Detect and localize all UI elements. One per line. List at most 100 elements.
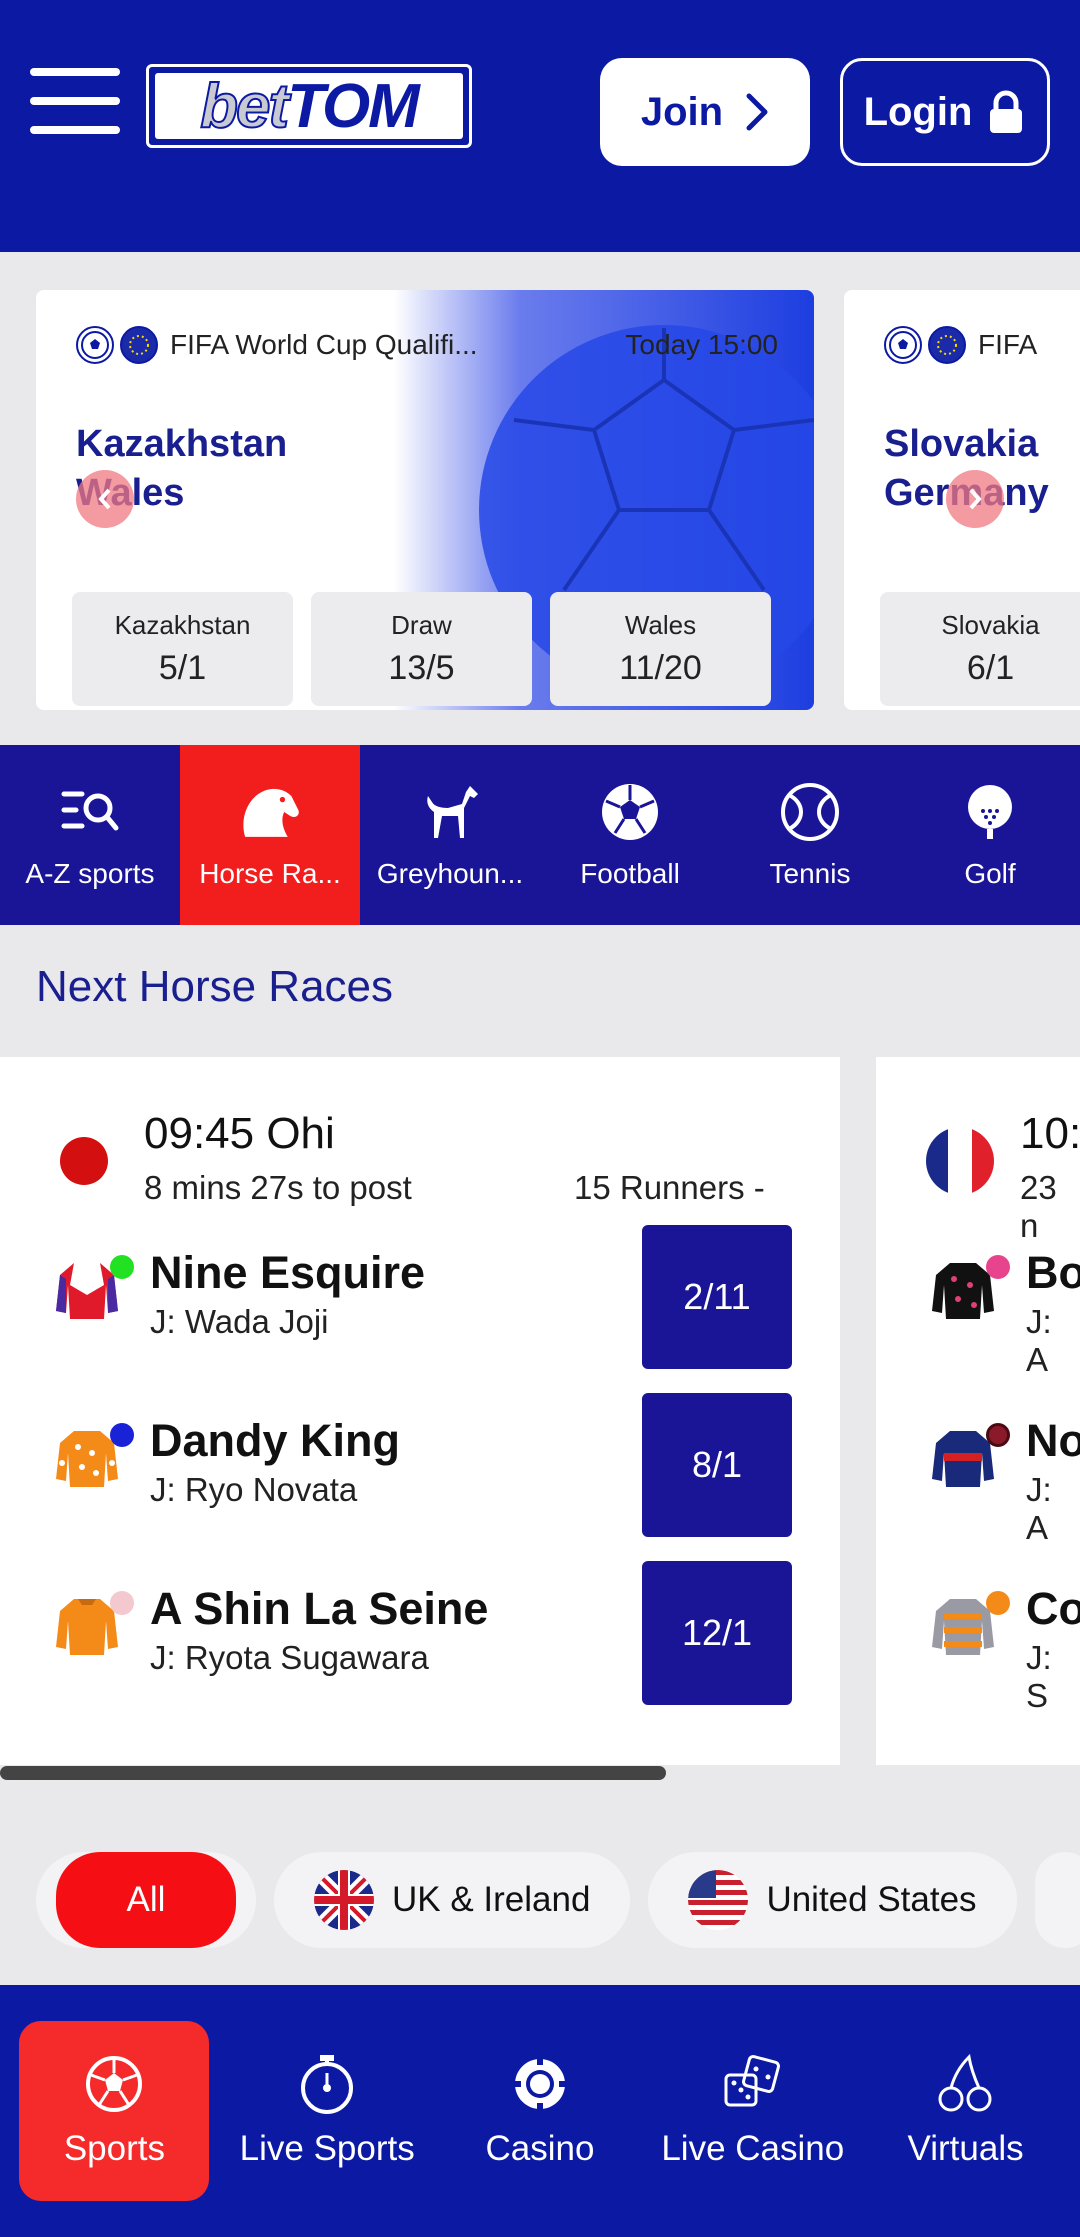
sport-nav-label: Tennis xyxy=(769,858,851,889)
odds-button-home[interactable]: Slovakia 6/1 xyxy=(880,592,1080,706)
race-time-venue: 10: xyxy=(1020,1109,1080,1158)
competition-name: FIFA World Cup Qualifi... xyxy=(170,329,478,360)
menu-icon[interactable] xyxy=(30,68,120,134)
bottom-nav-casino[interactable]: Casino xyxy=(445,2021,635,2201)
featured-matches-carousel[interactable]: FIFA World Cup Qualifi... Today 15:00 Ka… xyxy=(0,252,1080,745)
filter-all-label: All xyxy=(56,1852,236,1948)
runner-number-dot xyxy=(110,1591,134,1615)
sport-nav-az-sports[interactable]: A-Z sports xyxy=(0,745,180,925)
horizontal-scrollbar[interactable] xyxy=(0,1766,666,1780)
us-flag-icon xyxy=(688,1870,749,1930)
match-card[interactable]: FIFA World Cup Qualifi... Today 15:00 Ka… xyxy=(36,290,814,710)
odds-button-draw[interactable]: Draw 13/5 xyxy=(311,592,532,706)
bottom-nav: Sports Live Sports Casino Live Casino Vi… xyxy=(0,1985,1080,2237)
dice-icon xyxy=(722,2053,784,2115)
runner-row: No J: A xyxy=(876,1393,1080,1546)
sport-nav-horse-racing[interactable]: Horse Ra... xyxy=(180,745,360,925)
odds-label: Slovakia xyxy=(941,610,1040,640)
filter-uk-label: UK & Ireland xyxy=(392,1880,591,1919)
runner-jockey: J: Ryo Novata xyxy=(150,1471,358,1508)
sport-nav-greyhounds[interactable]: Greyhoun... xyxy=(360,745,540,925)
filter-united-states-pill[interactable]: United States xyxy=(648,1852,1017,1948)
filter-all-pill[interactable]: All xyxy=(36,1852,256,1948)
bottom-nav-label: Sports xyxy=(63,2129,165,2168)
runner-price-button[interactable]: 2/11 xyxy=(642,1225,792,1369)
race-card[interactable]: 10: 23 n Bo J: A No J: A Co J: S xyxy=(876,1057,1080,1765)
bottom-nav-label: Live Casino xyxy=(661,2129,845,2168)
runner-name: Nine Esquire xyxy=(150,1247,426,1298)
race-time-venue: 09:45 Ohi xyxy=(144,1109,335,1158)
carousel-prev-button[interactable] xyxy=(76,470,134,528)
login-label: Login xyxy=(863,89,973,134)
runner-number-dot xyxy=(986,1255,1010,1279)
odds-row: Slovakia 6/1 xyxy=(880,592,1080,706)
carousel-next-button[interactable] xyxy=(946,470,1004,528)
runner-price-button[interactable]: 12/1 xyxy=(642,1561,792,1705)
football-icon xyxy=(884,326,922,364)
filter-uk-ireland-pill[interactable]: UK & Ireland xyxy=(274,1852,631,1948)
runner-row: Dandy King J: Ryo Novata 8/1 xyxy=(0,1393,840,1541)
bottom-nav-live-sports[interactable]: Live Sports xyxy=(232,2021,422,2201)
filter-more-pill[interactable] xyxy=(1034,1852,1080,1948)
logo-tom-text: TOM xyxy=(287,71,420,141)
bottom-nav-virtuals[interactable]: Virtuals xyxy=(871,2021,1061,2201)
odds-row: Kazakhstan 5/1 Draw 13/5 Wales 11/20 xyxy=(72,592,771,706)
odds-button-away[interactable]: Wales 11/20 xyxy=(550,592,771,706)
sport-nav-label: Horse Ra... xyxy=(199,858,341,889)
runner-jockey: J: S xyxy=(1026,1639,1052,1714)
bottom-nav-sports[interactable]: Sports xyxy=(19,2021,210,2201)
team-home: Kazakhstan xyxy=(76,423,288,465)
bettom-logo[interactable]: bet TOM xyxy=(146,64,472,148)
join-button[interactable]: Join xyxy=(600,58,810,166)
next-races-title: Next Horse Races xyxy=(36,962,394,1011)
competition-name: FIFA xyxy=(978,329,1038,360)
cherries-icon xyxy=(935,2053,997,2115)
runner-number-dot xyxy=(110,1255,134,1279)
odds-value: 11/20 xyxy=(619,649,702,687)
football-icon xyxy=(598,780,662,844)
runner-number-dot xyxy=(986,1423,1010,1447)
sport-nav-label: Greyhoun... xyxy=(376,858,524,889)
runner-price-button[interactable]: 8/1 xyxy=(642,1393,792,1537)
race-runners-count: 15 Runners - xyxy=(574,1169,765,1206)
greyhound-icon xyxy=(418,780,482,844)
runner-row: A Shin La Seine J: Ryota Sugawara 12/1 xyxy=(0,1561,840,1709)
odds-button-home[interactable]: Kazakhstan 5/1 xyxy=(72,592,293,706)
casino-chip-icon xyxy=(509,2053,571,2115)
login-button[interactable]: Login xyxy=(840,58,1050,166)
odds-label: Wales xyxy=(624,610,697,640)
runner-row: Bo J: A xyxy=(876,1225,1080,1378)
sport-category-nav: A-Z sports Horse Ra... Greyhoun... Footb… xyxy=(0,745,1080,925)
horse-head-icon xyxy=(238,780,302,844)
tennis-ball-icon xyxy=(778,780,842,844)
sport-nav-football[interactable]: Football xyxy=(540,745,720,925)
az-search-icon xyxy=(58,780,122,844)
chevron-left-icon xyxy=(98,488,111,510)
logo-bet-text: bet xyxy=(199,71,290,142)
runner-jockey: J: Ryota Sugawara xyxy=(150,1639,429,1676)
bottom-nav-label: Casino xyxy=(485,2129,595,2168)
match-card-header: FIFA xyxy=(884,326,1080,364)
odds-value: 13/5 xyxy=(388,649,455,687)
match-card-header: FIFA World Cup Qualifi... Today 15:00 xyxy=(76,326,778,364)
runner-name: A Shin La Seine xyxy=(150,1583,489,1634)
lock-icon xyxy=(990,90,1023,133)
japan-flag-icon xyxy=(60,1137,108,1185)
runner-name: Bo xyxy=(1026,1247,1080,1298)
filter-us-label: United States xyxy=(766,1880,977,1919)
runner-jockey: J: A xyxy=(1026,1471,1052,1546)
bottom-nav-label: Virtuals xyxy=(907,2129,1024,2168)
sport-nav-golf[interactable]: Golf xyxy=(900,745,1080,925)
eu-flag-icon xyxy=(120,326,158,364)
sport-nav-tennis[interactable]: Tennis xyxy=(720,745,900,925)
header: bet TOM Join Login xyxy=(0,0,1080,252)
bottom-nav-live-casino[interactable]: Live Casino xyxy=(658,2021,848,2201)
football-icon xyxy=(76,326,114,364)
chevron-right-icon xyxy=(969,488,982,510)
golf-ball-icon xyxy=(958,780,1022,844)
runner-name: No xyxy=(1026,1415,1080,1466)
sport-nav-label: Golf xyxy=(964,858,1016,889)
match-time: Today 15:00 xyxy=(625,329,778,360)
race-card[interactable]: 09:45 Ohi 8 mins 27s to post 15 Runners … xyxy=(0,1057,840,1765)
runner-row: Co J: S xyxy=(876,1561,1080,1714)
